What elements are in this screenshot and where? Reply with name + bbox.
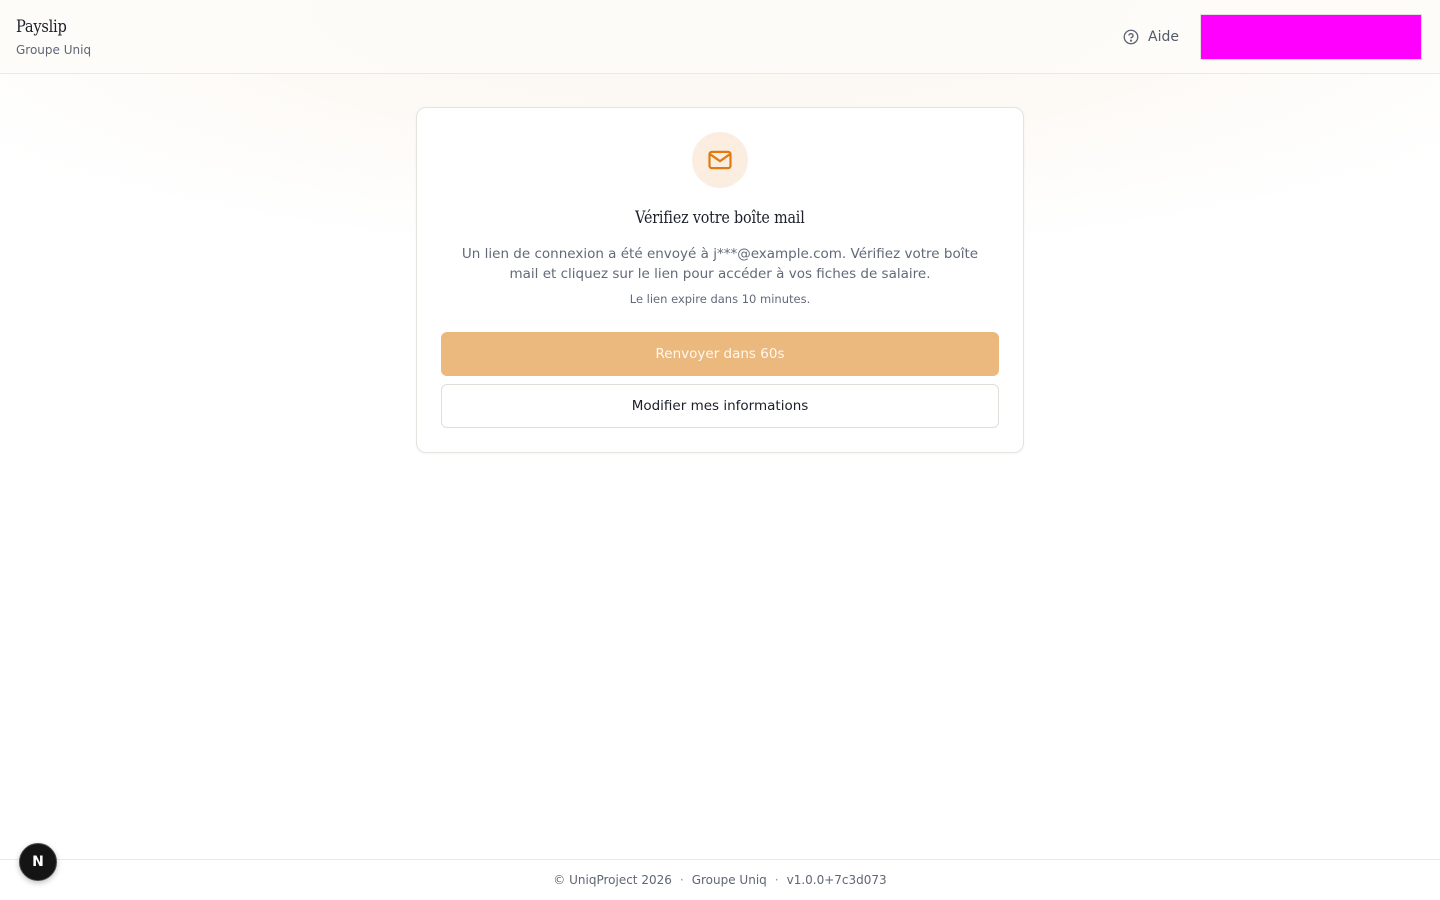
resend-button[interactable]: Renvoyer dans 60s xyxy=(441,332,999,376)
card-title-text: Vérifiez votre boîte mail xyxy=(635,208,805,228)
dev-badge-label: N xyxy=(32,854,44,870)
expiry-note: Le lien expire dans 10 minutes. xyxy=(629,292,811,306)
card-description: Un lien de connexion a été envoyé à j***… xyxy=(461,246,979,282)
card-title: Vérifiez votre boîte mail xyxy=(417,206,1023,230)
footer-separator: · xyxy=(774,873,779,887)
help-link[interactable]: Aide xyxy=(1122,26,1179,48)
modify-info-button[interactable]: Modifier mes informations xyxy=(441,384,999,428)
header-action-slot[interactable] xyxy=(1200,14,1422,60)
verify-email-card: Vérifiez votre boîte mail Un lien de con… xyxy=(416,107,1024,453)
mail-icon xyxy=(706,146,734,174)
footer-separator: · xyxy=(679,873,684,887)
app-name: Payslip xyxy=(16,17,67,37)
org-name: Groupe Uniq xyxy=(16,43,92,57)
footer-org: Groupe Uniq xyxy=(691,873,767,887)
footer: © UniqProject 2026 · Groupe Uniq · v1.0.… xyxy=(0,859,1440,900)
dev-tools-badge[interactable]: N xyxy=(19,843,57,881)
help-label: Aide xyxy=(1148,29,1179,45)
help-circle-icon xyxy=(1122,28,1140,46)
mail-icon-badge xyxy=(692,132,748,188)
footer-version: v1.0.0+7c3d073 xyxy=(786,873,887,887)
brand: Payslip Groupe Uniq xyxy=(16,16,91,58)
top-header: Payslip Groupe Uniq Aide xyxy=(0,0,1440,74)
footer-copyright: © UniqProject 2026 xyxy=(553,873,672,887)
